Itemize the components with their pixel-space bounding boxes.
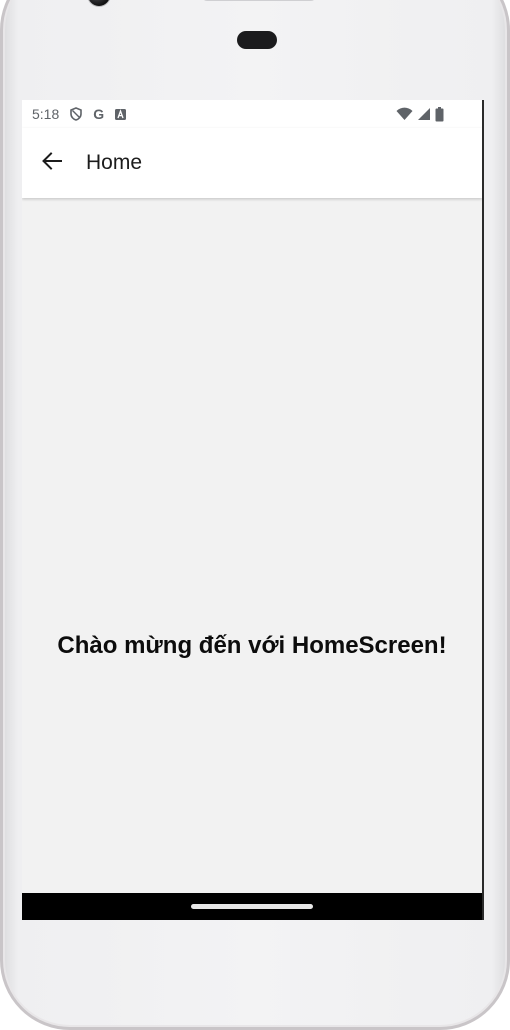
earpiece-speaker <box>202 0 316 1</box>
device-screen: 5:18 G Home Chào mừng đến với HomeScreen… <box>22 100 484 920</box>
front-camera <box>87 0 111 7</box>
font-a-icon <box>114 108 127 121</box>
system-nav-bar <box>22 893 482 920</box>
status-time: 5:18 <box>32 106 60 122</box>
proximity-sensor <box>237 31 277 49</box>
shield-icon <box>69 107 83 121</box>
back-button[interactable] <box>38 149 66 177</box>
status-bar: 5:18 G <box>22 100 482 128</box>
home-gesture-handle[interactable] <box>191 904 313 909</box>
page-title: Home <box>86 151 143 174</box>
main-content: Chào mừng đến với HomeScreen! <box>22 198 482 893</box>
welcome-message: Chào mừng đến với HomeScreen! <box>57 631 447 659</box>
battery-icon <box>435 106 444 122</box>
wifi-icon <box>396 107 413 121</box>
app-bar: Home <box>22 128 482 198</box>
google-g-icon: G <box>93 106 105 122</box>
arrow-left-icon <box>41 150 63 177</box>
cell-signal-icon <box>417 107 431 121</box>
